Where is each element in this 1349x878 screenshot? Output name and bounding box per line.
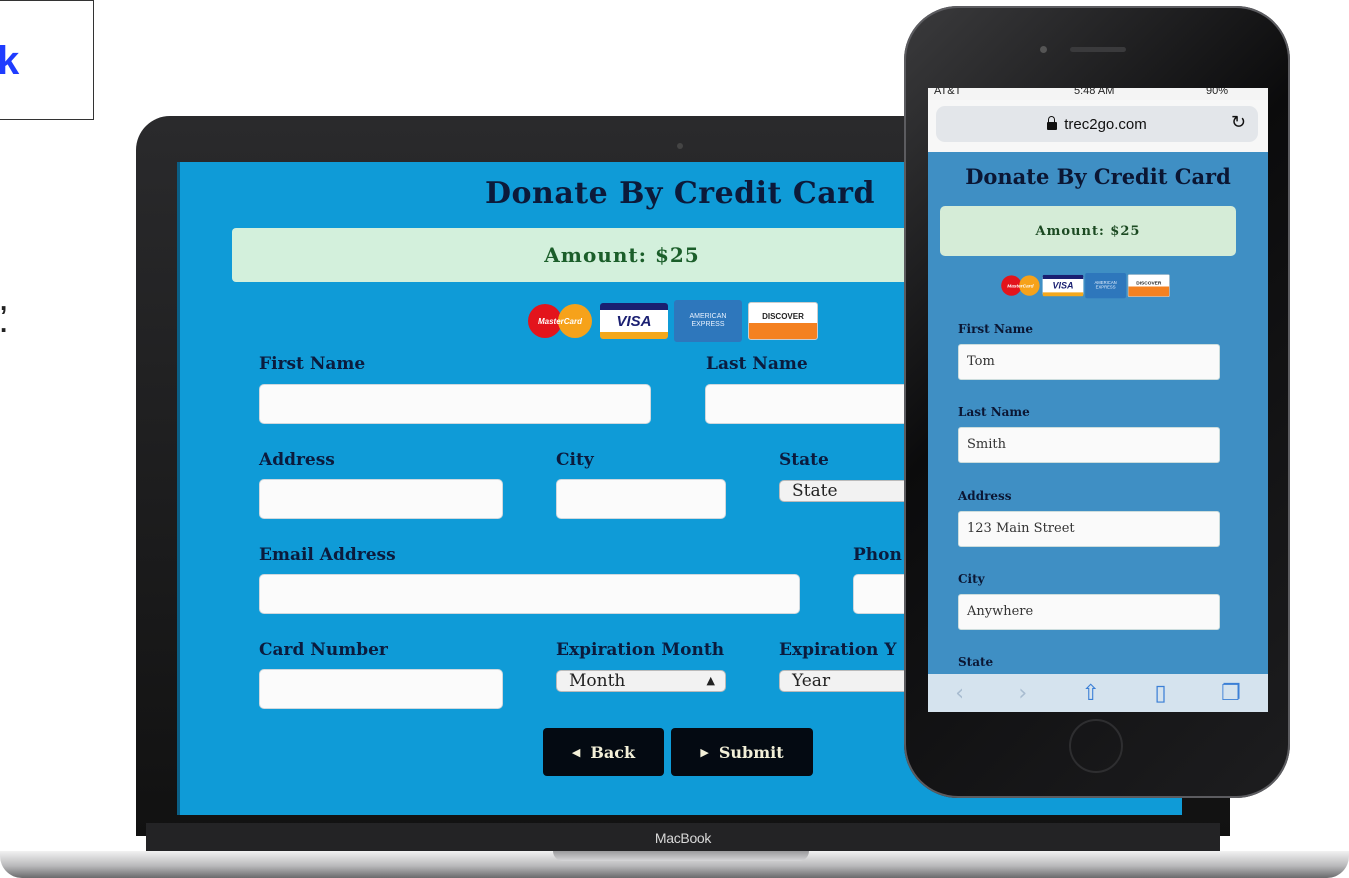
state-label: State bbox=[779, 450, 829, 470]
city-input[interactable] bbox=[556, 479, 726, 519]
clipped-punctuation: , . bbox=[0, 286, 8, 338]
macbook-label: MacBook bbox=[654, 830, 712, 846]
phone-last-name-label: Last Name bbox=[958, 405, 1030, 419]
forward-chevron-icon[interactable]: › bbox=[1018, 681, 1027, 706]
lock-icon bbox=[1047, 116, 1058, 130]
bookmarks-icon[interactable]: ▯ bbox=[1154, 681, 1166, 706]
url-bar[interactable]: trec2go.com ↻ bbox=[936, 106, 1258, 142]
card-number-label: Card Number bbox=[259, 640, 388, 660]
reload-icon[interactable]: ↻ bbox=[1231, 112, 1246, 133]
phone-card-logos: MasterCard VISA AMERICAN EXPRESS DISCOVE… bbox=[1000, 273, 1170, 299]
clipped-heading-char: k bbox=[0, 39, 20, 83]
mastercard-icon: MasterCard bbox=[526, 303, 594, 339]
exp-month-label: Expiration Month bbox=[556, 640, 725, 660]
visa-icon: VISA bbox=[600, 303, 668, 339]
phone-front-camera bbox=[1040, 46, 1047, 53]
safari-address-area: trec2go.com ↻ bbox=[928, 100, 1268, 152]
phone-city-label: City bbox=[958, 572, 985, 586]
email-label: Email Address bbox=[259, 545, 396, 565]
phone-amount-banner: Amount: $25 bbox=[940, 206, 1236, 256]
first-name-input[interactable] bbox=[259, 384, 651, 424]
phone-address-input[interactable]: 123 Main Street bbox=[958, 511, 1220, 547]
address-label: Address bbox=[259, 450, 335, 470]
select-arrows-icon: ▲ bbox=[706, 674, 715, 687]
email-input[interactable] bbox=[259, 574, 800, 614]
discover-icon: DISCOVER bbox=[1127, 274, 1170, 297]
discover-icon: DISCOVER bbox=[748, 302, 818, 340]
last-name-label: Last Name bbox=[706, 354, 808, 374]
submit-arrow-icon: ▶ bbox=[700, 745, 709, 759]
phone-last-name-input[interactable]: Smith bbox=[958, 427, 1220, 463]
exp-month-select[interactable]: Month ▲ bbox=[556, 670, 726, 692]
url-text: trec2go.com bbox=[1064, 115, 1147, 133]
phone-first-name-label: First Name bbox=[958, 322, 1033, 336]
carrier-text: AT&T bbox=[934, 88, 962, 97]
share-icon[interactable]: ⇧ bbox=[1082, 681, 1100, 706]
phone-address-label: Address bbox=[958, 489, 1012, 503]
state-select[interactable]: State bbox=[779, 480, 915, 502]
amex-icon: AMERICAN EXPRESS bbox=[1085, 273, 1126, 299]
phone-speaker bbox=[1070, 47, 1126, 52]
tabs-icon[interactable]: ❐ bbox=[1221, 681, 1241, 706]
phone-city-input[interactable]: Anywhere bbox=[958, 594, 1220, 630]
first-name-label: First Name bbox=[259, 354, 366, 374]
back-arrow-icon: ◀ bbox=[571, 745, 581, 759]
status-time: 5:48 AM bbox=[1074, 88, 1115, 97]
address-input[interactable] bbox=[259, 479, 503, 519]
laptop-card-logos: MasterCard VISA AMERICAN EXPRESS DISCOVE… bbox=[526, 300, 818, 342]
back-button[interactable]: ◀ Back bbox=[543, 728, 664, 776]
laptop-camera bbox=[677, 143, 683, 149]
visa-icon: VISA bbox=[1042, 274, 1084, 297]
phone-label: Phon bbox=[853, 545, 902, 565]
last-name-input[interactable] bbox=[705, 384, 915, 424]
phone-page-title: Donate By Credit Card bbox=[965, 164, 1231, 189]
laptop-amount-banner: Amount: $25 bbox=[232, 228, 1012, 282]
exp-year-label: Expiration Y bbox=[779, 640, 897, 660]
laptop-base-notch bbox=[553, 851, 809, 861]
back-chevron-icon[interactable]: ‹ bbox=[955, 681, 964, 706]
safari-toolbar: ‹ › ⇧ ▯ ❐ bbox=[928, 674, 1268, 712]
mastercard-icon: MasterCard bbox=[1000, 275, 1041, 297]
clipped-text-box: k bbox=[0, 0, 94, 120]
laptop-chin: MacBook bbox=[146, 823, 1220, 853]
battery-text: 90% bbox=[1206, 88, 1229, 97]
amex-icon: AMERICAN EXPRESS bbox=[674, 300, 742, 342]
phone-home-button[interactable] bbox=[1069, 719, 1123, 773]
city-label: City bbox=[556, 450, 594, 470]
card-number-input[interactable] bbox=[259, 669, 503, 709]
submit-button[interactable]: ▶ Submit bbox=[671, 728, 813, 776]
phone-screen: AT&T 5:48 AM 90% trec2go.com ↻ Donate By… bbox=[928, 88, 1268, 712]
exp-year-select[interactable]: Year bbox=[779, 670, 915, 692]
phone-state-label: State bbox=[958, 655, 994, 669]
phone-first-name-input[interactable]: Tom bbox=[958, 344, 1220, 380]
